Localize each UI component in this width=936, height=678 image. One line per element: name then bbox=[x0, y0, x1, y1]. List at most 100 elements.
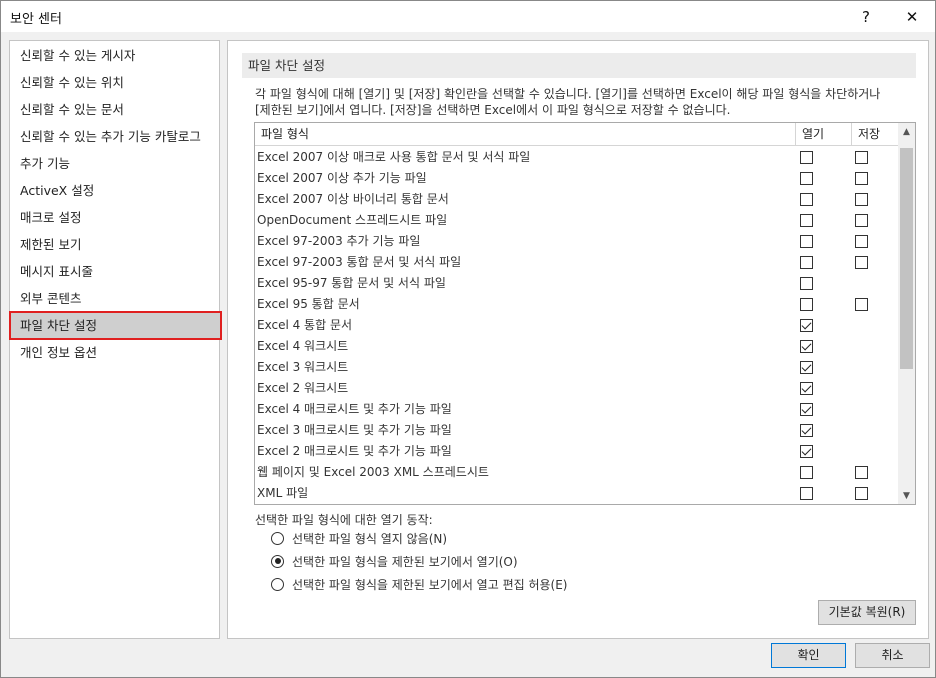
save-checkbox[interactable] bbox=[855, 172, 868, 185]
close-icon[interactable]: ✕ bbox=[889, 1, 935, 32]
open-checkbox[interactable] bbox=[800, 340, 813, 353]
trust-center-dialog: 보안 센터 ? ✕ 신뢰할 수 있는 게시자 신뢰할 수 있는 위치 신뢰할 수 있… bbox=[0, 0, 936, 678]
sidebar-item[interactable]: 추가 기능 bbox=[10, 150, 219, 177]
file-type-name: Excel 97-2003 추가 기능 파일 bbox=[257, 234, 421, 248]
file-block-settings-panel: 파일 차단 설정 각 파일 형식에 대해 [열기] 및 [저장] 확인란을 선택… bbox=[227, 40, 929, 639]
table-row: Excel 4 매크로시트 및 추가 기능 파일 bbox=[255, 399, 898, 420]
open-checkbox[interactable] bbox=[800, 466, 813, 479]
sidebar-item[interactable]: 신뢰할 수 있는 게시자 bbox=[10, 42, 219, 69]
file-type-name: Excel 4 통합 문서 bbox=[257, 318, 353, 332]
sidebar-item[interactable]: ActiveX 설정 bbox=[10, 177, 219, 204]
sidebar-item[interactable]: 개인 정보 옵션 bbox=[10, 339, 219, 366]
open-checkbox[interactable] bbox=[800, 445, 813, 458]
radio-label: 선택한 파일 형식을 제한된 보기에서 열기(O) bbox=[292, 554, 518, 569]
ok-button[interactable]: 확인 bbox=[771, 643, 846, 668]
table-header: 파일 형식 열기 저장 bbox=[255, 123, 898, 146]
open-behavior-option[interactable]: 선택한 파일 형식을 제한된 보기에서 열고 편집 허용(E) bbox=[271, 575, 568, 593]
sidebar-item[interactable]: 외부 콘텐츠 bbox=[10, 285, 219, 312]
open-checkbox[interactable] bbox=[800, 361, 813, 374]
open-checkbox[interactable] bbox=[800, 382, 813, 395]
table-row: OpenDocument 스프레드시트 파일 bbox=[255, 210, 898, 231]
window-title: 보안 센터 bbox=[10, 12, 62, 27]
radio-button[interactable] bbox=[271, 531, 284, 545]
file-type-name: Excel 4 워크시트 bbox=[257, 339, 349, 353]
help-icon[interactable]: ? bbox=[843, 1, 889, 32]
open-checkbox[interactable] bbox=[800, 424, 813, 437]
scrollbar-thumb[interactable] bbox=[900, 148, 913, 369]
open-checkbox[interactable] bbox=[800, 151, 813, 164]
sidebar-nav: 신뢰할 수 있는 게시자 신뢰할 수 있는 위치 신뢰할 수 있는 문서 신뢰할 수 … bbox=[9, 40, 222, 639]
save-checkbox[interactable] bbox=[855, 466, 868, 479]
open-behavior-label: 선택한 파일 형식에 대한 열기 동작: bbox=[255, 513, 433, 527]
table-row: Excel 3 매크로시트 및 추가 기능 파일 bbox=[255, 420, 898, 441]
file-type-name: OpenDocument 스프레드시트 파일 bbox=[257, 213, 448, 227]
table-row: Excel 2007 이상 바이너리 통합 문서 bbox=[255, 189, 898, 210]
sidebar-item[interactable]: 제한된 보기 bbox=[10, 231, 219, 258]
table-row: Excel 2 워크시트 bbox=[255, 378, 898, 399]
radio-button[interactable] bbox=[271, 577, 284, 591]
save-checkbox[interactable] bbox=[855, 256, 868, 269]
scroll-down-icon[interactable]: ▼ bbox=[898, 487, 915, 504]
file-type-name: Excel 2007 이상 매크로 사용 통합 문서 및 서식 파일 bbox=[257, 150, 531, 164]
radio-button[interactable] bbox=[271, 554, 284, 568]
file-type-name: Excel 3 워크시트 bbox=[257, 360, 349, 374]
file-type-name: Excel 3 매크로시트 및 추가 기능 파일 bbox=[257, 423, 452, 437]
table-row: Excel 95-97 통합 문서 및 서식 파일 bbox=[255, 273, 898, 294]
open-behavior-option[interactable]: 선택한 파일 형식을 제한된 보기에서 열기(O) bbox=[271, 552, 518, 570]
sidebar-item[interactable]: 메시지 표시줄 bbox=[10, 258, 219, 285]
table-row: Excel 4 통합 문서 bbox=[255, 315, 898, 336]
sidebar-item[interactable]: 파일 차단 설정 bbox=[9, 311, 222, 340]
title-bar: 보안 센터 ? ✕ bbox=[1, 1, 935, 32]
scroll-up-icon[interactable]: ▲ bbox=[898, 123, 915, 140]
open-checkbox[interactable] bbox=[800, 319, 813, 332]
open-checkbox[interactable] bbox=[800, 172, 813, 185]
radio-label: 선택한 파일 형식을 제한된 보기에서 열고 편집 허용(E) bbox=[292, 577, 568, 592]
table-row: Excel 2007 이상 매크로 사용 통합 문서 및 서식 파일 bbox=[255, 147, 898, 168]
sidebar-item[interactable]: 신뢰할 수 있는 위치 bbox=[10, 69, 219, 96]
radio-label: 선택한 파일 형식 열지 않음(N) bbox=[292, 531, 448, 546]
open-behavior-option[interactable]: 선택한 파일 형식 열지 않음(N) bbox=[271, 529, 447, 547]
save-checkbox[interactable] bbox=[855, 298, 868, 311]
restore-defaults-button[interactable]: 기본값 복원(R) bbox=[818, 600, 916, 625]
table-row: XML 파일 bbox=[255, 483, 898, 504]
open-checkbox[interactable] bbox=[800, 235, 813, 248]
file-type-name: 웹 페이지 및 Excel 2003 XML 스프레드시트 bbox=[257, 465, 489, 479]
sidebar-item[interactable]: 신뢰할 수 있는 추가 기능 카탈로그 bbox=[10, 123, 219, 150]
save-checkbox[interactable] bbox=[855, 235, 868, 248]
sidebar-item[interactable]: 매크로 설정 bbox=[10, 204, 219, 231]
open-checkbox[interactable] bbox=[800, 277, 813, 290]
open-checkbox[interactable] bbox=[800, 256, 813, 269]
table-row: Excel 2007 이상 추가 기능 파일 bbox=[255, 168, 898, 189]
file-type-name: Excel 97-2003 통합 문서 및 서식 파일 bbox=[257, 255, 462, 269]
file-type-name: Excel 2 매크로시트 및 추가 기능 파일 bbox=[257, 444, 452, 458]
file-type-name: Excel 2007 이상 추가 기능 파일 bbox=[257, 171, 427, 185]
table-row: Excel 2 매크로시트 및 추가 기능 파일 bbox=[255, 441, 898, 462]
column-header-save: 저장 bbox=[851, 123, 899, 146]
file-type-name: Excel 2 워크시트 bbox=[257, 381, 349, 395]
file-type-name: Excel 95 통합 문서 bbox=[257, 297, 360, 311]
table-scrollbar[interactable]: ▲ ▼ bbox=[898, 123, 915, 504]
table-row: Excel 97-2003 통합 문서 및 서식 파일 bbox=[255, 252, 898, 273]
file-type-name: Excel 95-97 통합 문서 및 서식 파일 bbox=[257, 276, 446, 290]
save-checkbox[interactable] bbox=[855, 487, 868, 500]
cancel-button[interactable]: 취소 bbox=[855, 643, 930, 668]
table-row: Excel 97-2003 추가 기능 파일 bbox=[255, 231, 898, 252]
file-type-name: Excel 2007 이상 바이너리 통합 문서 bbox=[257, 192, 449, 206]
section-description: 각 파일 형식에 대해 [열기] 및 [저장] 확인란을 선택할 수 있습니다.… bbox=[255, 87, 881, 117]
open-checkbox[interactable] bbox=[800, 403, 813, 416]
column-header-file-type: 파일 형식 bbox=[261, 127, 309, 141]
section-title: 파일 차단 설정 bbox=[242, 53, 916, 78]
save-checkbox[interactable] bbox=[855, 214, 868, 227]
file-type-name: Excel 4 매크로시트 및 추가 기능 파일 bbox=[257, 402, 452, 416]
open-checkbox[interactable] bbox=[800, 298, 813, 311]
table-row: Excel 3 워크시트 bbox=[255, 357, 898, 378]
file-type-table: 파일 형식 열기 저장 Excel 2007 이상 매크로 사용 통합 문서 및… bbox=[254, 122, 916, 505]
table-row: Excel 4 워크시트 bbox=[255, 336, 898, 357]
column-header-open: 열기 bbox=[795, 123, 851, 146]
save-checkbox[interactable] bbox=[855, 151, 868, 164]
open-checkbox[interactable] bbox=[800, 193, 813, 206]
save-checkbox[interactable] bbox=[855, 193, 868, 206]
open-checkbox[interactable] bbox=[800, 214, 813, 227]
open-checkbox[interactable] bbox=[800, 487, 813, 500]
sidebar-item[interactable]: 신뢰할 수 있는 문서 bbox=[10, 96, 219, 123]
